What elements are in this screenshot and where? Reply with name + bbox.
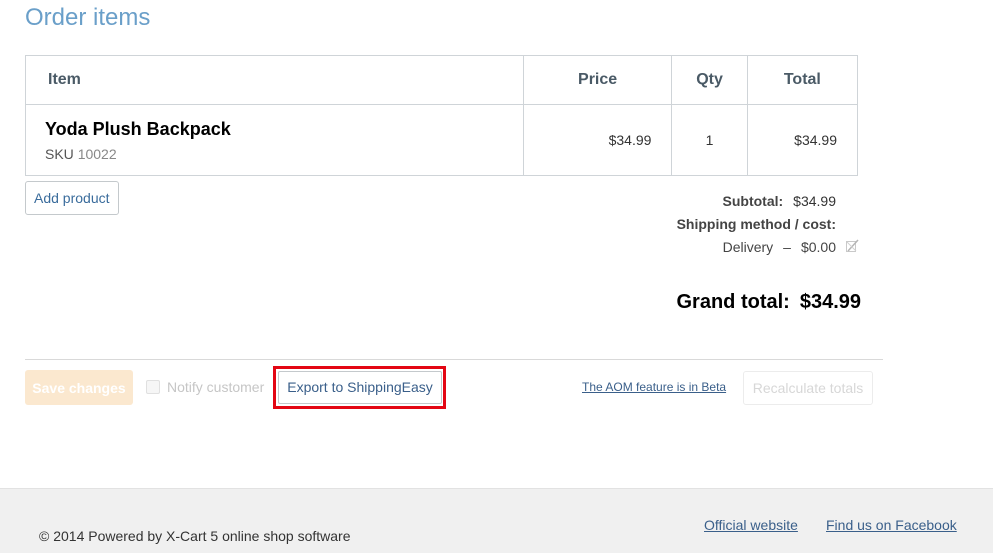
facebook-link[interactable]: Find us on Facebook [826,517,957,533]
shipping-method: Delivery [722,239,774,255]
divider [25,359,883,360]
page-title: Order items [25,4,151,31]
shipping-cost: $0.00 [800,239,836,255]
copyright-text: © 2014 Powered by X-Cart 5 online shop s… [39,528,351,544]
recalculate-totals-button[interactable]: Recalculate totals [743,371,873,405]
order-items-table: Item Price Qty Total Yoda Plush Backpack… [25,55,859,176]
header-qty: Qty [671,55,748,105]
grand-total-label: Grand total: [676,291,790,313]
notify-customer-toggle[interactable]: Notify customer [146,379,264,395]
product-sku: SKU 10022 [45,146,522,162]
aom-beta-link[interactable]: The AOM feature is in Beta [582,380,726,394]
grand-total-value: $34.99 [799,291,861,313]
notify-customer-checkbox[interactable] [146,380,160,394]
grand-total: Grand total: $34.99 [676,291,861,314]
save-changes-button[interactable]: Save changes [25,370,133,405]
header-price: Price [522,55,673,105]
table-row: Yoda Plush Backpack SKU 10022 $34.99 1 $… [25,104,859,176]
subtotal-value: $34.99 [793,193,836,209]
subtotal-row: Subtotal: $34.99 [723,193,836,209]
price-cell: $34.99 [522,104,673,176]
header-item: Item [25,55,524,105]
sku-value: 10022 [77,145,117,162]
shipping-label: Shipping method / cost: [676,216,836,232]
product-name[interactable]: Yoda Plush Backpack [45,119,522,140]
shipping-row: Delivery – $0.00 [723,239,836,255]
notify-customer-label: Notify customer [167,379,265,395]
add-product-button[interactable]: Add product [25,181,119,215]
shipping-dash: – [783,239,791,255]
edit-disabled-icon[interactable] [845,239,859,253]
export-shippingeasy-button[interactable]: Export to ShippingEasy [278,371,442,404]
sku-label: SKU [45,145,74,162]
header-total: Total [746,55,859,105]
item-cell: Yoda Plush Backpack SKU 10022 [25,104,524,176]
table-header-row: Item Price Qty Total [25,55,859,105]
total-cell: $34.99 [746,104,859,176]
qty-cell[interactable]: 1 [671,104,748,176]
official-website-link[interactable]: Official website [704,517,798,533]
subtotal-label: Subtotal: [722,193,784,209]
footer: © 2014 Powered by X-Cart 5 online shop s… [0,488,993,553]
